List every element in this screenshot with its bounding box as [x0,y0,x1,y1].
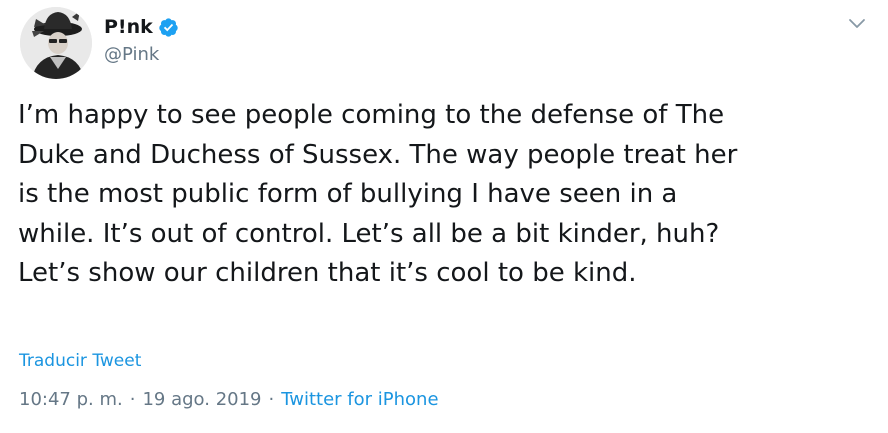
meta-separator: · [129,389,136,410]
chevron-down-icon[interactable] [846,12,868,34]
tweet-metadata: 10:47 p. m. · 19 ago. 2019 · Twitter for… [19,389,439,410]
author-handle[interactable]: @Pink [104,44,159,65]
avatar[interactable] [20,7,92,79]
author-display-name[interactable]: P!nk [104,16,153,38]
tweet-time[interactable]: 10:47 p. m. [19,389,123,410]
avatar-image [20,7,92,79]
tweet-card: P!nk @Pink I’m happy to see people comin… [0,0,888,433]
meta-separator: · [268,389,275,410]
tweet-date[interactable]: 19 ago. 2019 [142,389,261,410]
author-name-row: P!nk [104,14,179,40]
tweet-text: I’m happy to see people coming to the de… [18,100,738,288]
verified-badge-icon [158,17,179,38]
tweet-source-link[interactable]: Twitter for iPhone [281,389,438,410]
translate-tweet-link[interactable]: Traducir Tweet [19,351,141,371]
